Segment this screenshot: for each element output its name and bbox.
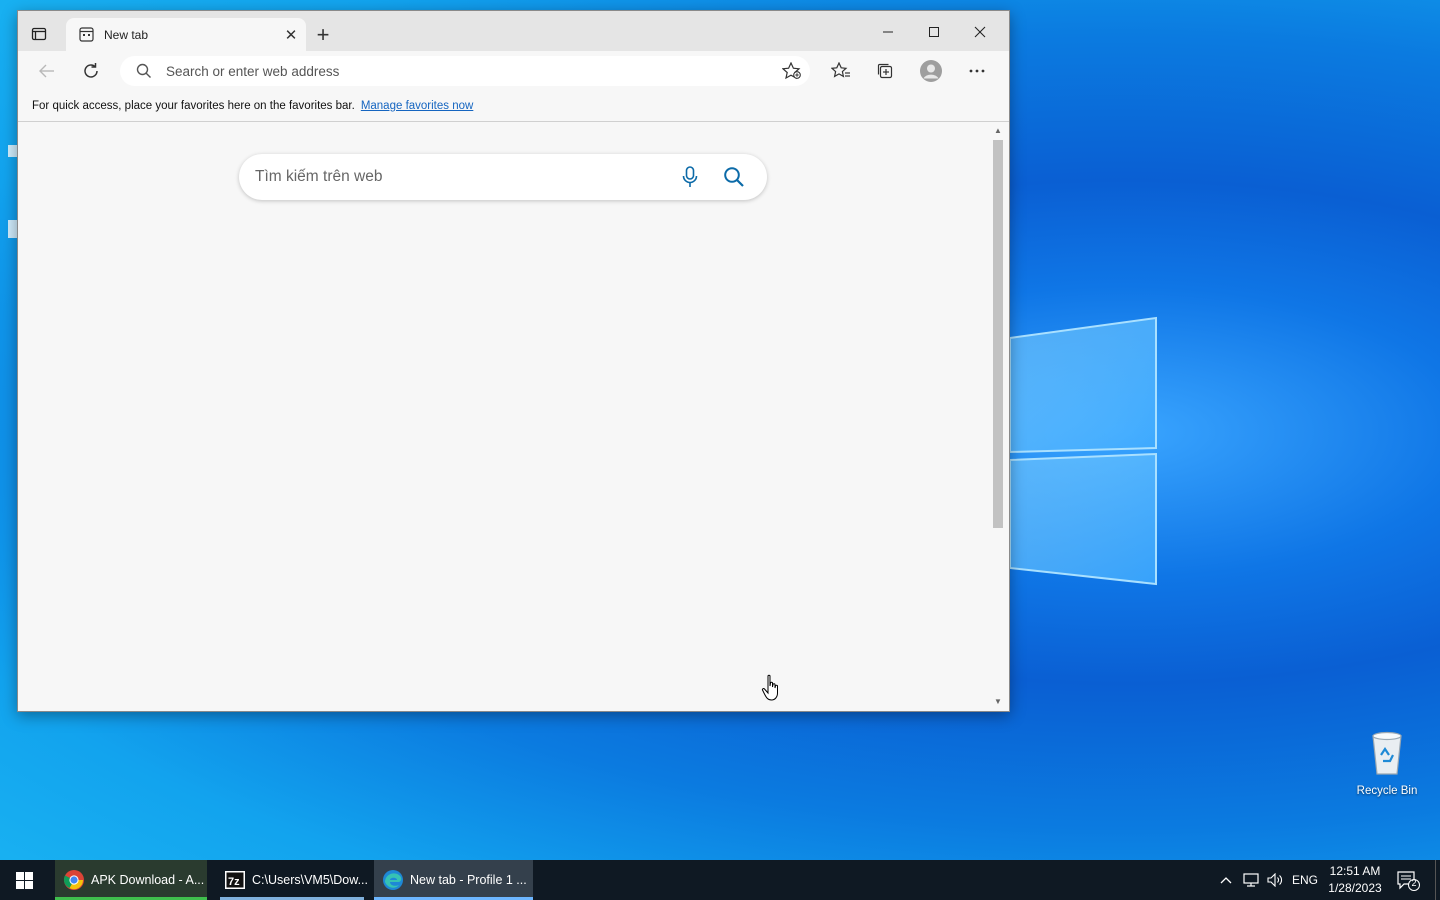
scrollbar-thumb[interactable] — [993, 140, 1003, 528]
tab-actions-button[interactable] — [28, 23, 50, 45]
profile-button[interactable] — [916, 57, 946, 85]
web-search-input[interactable] — [255, 168, 655, 186]
recycle-bin-label: Recycle Bin — [1356, 785, 1418, 797]
web-search-box[interactable] — [239, 154, 767, 200]
speaker-icon — [1267, 873, 1282, 887]
show-hidden-icons-button[interactable] — [1216, 860, 1236, 900]
windows-logo-wallpaper — [1009, 316, 1157, 586]
input-language-indicator[interactable]: ENG — [1290, 860, 1320, 900]
collections-icon — [877, 63, 893, 79]
avatar-icon — [920, 60, 942, 82]
minimize-icon — [883, 31, 893, 33]
close-window-button[interactable] — [962, 19, 998, 45]
new-tab-page-icon — [78, 27, 94, 43]
refresh-button[interactable] — [76, 57, 106, 85]
back-button[interactable] — [32, 57, 62, 85]
network-tray-button[interactable] — [1240, 860, 1262, 900]
clock-date: 1/28/2023 — [1328, 881, 1382, 895]
hand-cursor-icon — [761, 674, 778, 701]
taskbar: APK Download - A... 7z C:\Users\VM5\Dow.… — [0, 860, 1440, 900]
taskbar-item-label: New tab - Profile 1 ... — [410, 873, 527, 887]
chrome-icon — [63, 870, 84, 890]
action-center-button[interactable]: 2 — [1396, 870, 1420, 892]
favorites-bar: For quick access, place your favorites h… — [18, 91, 1009, 122]
more-dots-icon — [969, 69, 985, 73]
refresh-icon — [84, 63, 98, 78]
recycle-bin-desktop-icon[interactable]: Recycle Bin — [1352, 728, 1422, 797]
navigation-toolbar — [18, 51, 1009, 91]
tab-new-tab[interactable]: New tab ✕ — [66, 18, 306, 51]
favorites-button[interactable] — [826, 57, 856, 85]
taskbar-item-chrome[interactable]: APK Download - A... — [55, 860, 207, 900]
title-bar: New tab ✕ + — [18, 11, 1009, 51]
volume-tray-button[interactable] — [1264, 860, 1286, 900]
collections-button[interactable] — [870, 57, 900, 85]
taskbar-item-label: C:\Users\VM5\Dow... — [252, 873, 368, 887]
windows-start-icon — [15, 871, 33, 889]
microphone-icon[interactable] — [681, 166, 699, 188]
minimize-button[interactable] — [870, 19, 906, 45]
7zip-icon: 7z — [225, 871, 245, 889]
edge-icon — [383, 870, 403, 890]
manage-favorites-link[interactable]: Manage favorites now — [361, 100, 474, 112]
close-icon — [974, 26, 986, 38]
search-icon[interactable] — [723, 166, 745, 188]
clock-time: 12:51 AM — [1329, 864, 1381, 878]
add-favorite-icon[interactable] — [782, 62, 802, 80]
maximize-icon — [929, 27, 939, 37]
tab-title: New tab — [104, 27, 149, 42]
recycle-bin-icon — [1372, 731, 1402, 775]
new-tab-button[interactable]: + — [312, 24, 334, 46]
show-desktop-button[interactable] — [1435, 860, 1440, 900]
start-button[interactable] — [0, 860, 48, 900]
address-input[interactable] — [166, 63, 756, 79]
svg-text:7z: 7z — [228, 876, 240, 888]
taskbar-item-label: APK Download - A... — [91, 873, 205, 887]
new-tab-page: ▲ ▼ — [18, 122, 1009, 711]
settings-more-button[interactable] — [962, 57, 992, 85]
taskbar-clock[interactable]: 12:51 AM 1/28/2023 — [1322, 863, 1388, 897]
search-icon — [136, 63, 151, 78]
back-arrow-icon — [39, 64, 54, 78]
close-tab-icon[interactable]: ✕ — [282, 26, 300, 44]
favorites-star-list-icon — [831, 62, 850, 78]
scroll-down-arrow-icon[interactable]: ▼ — [991, 695, 1005, 709]
chevron-up-icon — [1220, 877, 1232, 884]
maximize-button[interactable] — [916, 19, 952, 45]
address-bar[interactable] — [120, 56, 810, 86]
tab-actions-icon — [31, 27, 47, 41]
scroll-up-arrow-icon[interactable]: ▲ — [991, 124, 1005, 138]
favorites-bar-message: For quick access, place your favorites h… — [32, 100, 355, 112]
taskbar-item-7zip[interactable]: 7z C:\Users\VM5\Dow... — [216, 860, 368, 900]
network-icon — [1243, 873, 1259, 887]
notification-count: 2 — [1411, 878, 1417, 888]
edge-browser-window: New tab ✕ + Search or enter web address … — [17, 10, 1010, 712]
taskbar-item-edge[interactable]: New tab - Profile 1 ... — [374, 860, 533, 900]
vertical-scrollbar[interactable]: ▲ ▼ — [991, 122, 1005, 711]
